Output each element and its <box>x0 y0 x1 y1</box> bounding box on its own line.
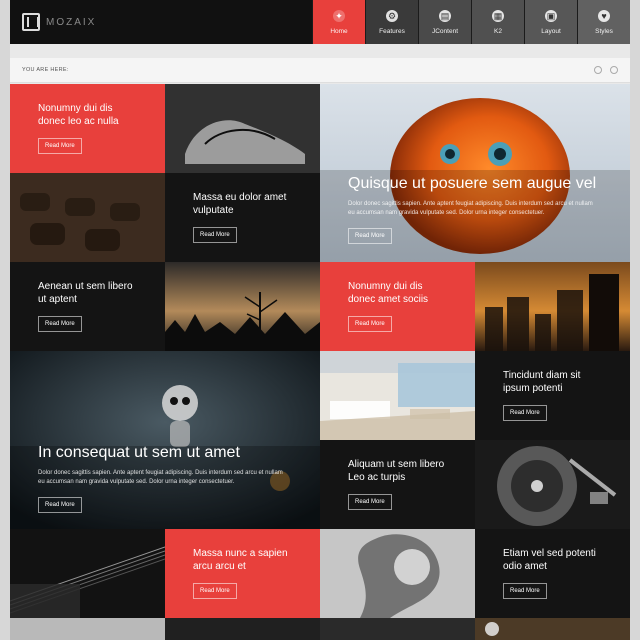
nav-item-k2[interactable]: ▦ K2 <box>471 0 524 44</box>
tile-6[interactable]: Aliquam ut sem libero Leo ac turpis Read… <box>320 440 475 529</box>
tile-title: Nonumny dui dis donec amet sociis <box>348 281 429 305</box>
portrait-photo <box>320 529 475 618</box>
layout-icon: ▣ <box>545 9 557 22</box>
bottom-photo-strip <box>10 618 630 640</box>
content-grid: Nonumny dui dis donec leo ac nulla Read … <box>10 84 630 640</box>
city-photo <box>475 262 630 351</box>
bottom-strip-photo <box>10 618 630 640</box>
tile-3[interactable]: Aenean ut sem libero ut aptent Read More <box>10 262 165 351</box>
logo[interactable]: MOZAIX <box>22 12 96 32</box>
hero-title-2: In consequat ut sem ut amet <box>38 444 240 461</box>
tile-photo-city <box>475 262 630 351</box>
hero-caption: Quisque ut posuere sem augue vel Dolor d… <box>348 174 612 244</box>
breadcrumb-label: YOU ARE HERE: <box>22 67 69 73</box>
read-more-button[interactable]: Read More <box>503 583 547 599</box>
hero-tile-2[interactable]: In consequat ut sem ut amet Dolor donec … <box>10 351 320 529</box>
read-more-button[interactable]: Read More <box>348 494 392 510</box>
tile-photo-sneakers <box>165 84 320 173</box>
read-more-button[interactable]: Read More <box>193 583 237 599</box>
tile-photo-portrait <box>320 529 475 618</box>
hero-title: Quisque ut posuere sem augue vel <box>348 175 597 192</box>
tile-title: Massa eu dolor amet vulputate <box>193 192 287 216</box>
tile-photo-room <box>320 351 475 440</box>
breadcrumb: YOU ARE HERE: <box>10 58 630 83</box>
features-icon: ⚙ <box>386 9 398 22</box>
styles-icon: ♥ <box>598 9 610 22</box>
read-more-button[interactable]: Read More <box>503 405 547 421</box>
tile-title: Aliquam ut sem libero Leo ac turpis <box>348 459 445 483</box>
hero-tile[interactable]: Quisque ut posuere sem augue vel Dolor d… <box>320 84 630 262</box>
home-icon: ✦ <box>333 9 345 22</box>
read-more-button[interactable]: Read More <box>38 497 82 513</box>
tile-title: Etiam vel sed potenti odio amet <box>503 548 596 572</box>
settings-icon[interactable] <box>610 66 618 74</box>
nav-item-layout[interactable]: ▣ Layout <box>524 0 577 44</box>
tile-2[interactable]: Massa eu dolor amet vulputate Read More <box>165 173 320 262</box>
tile-title: Nonumny dui dis donec leo ac nulla <box>38 103 119 127</box>
nav-item-jcontent[interactable]: ▤ JContent <box>418 0 471 44</box>
sneakers-photo <box>165 84 320 173</box>
logo-mark-icon <box>22 13 40 31</box>
tile-5[interactable]: Tincidunt diam sit ipsum potenti Read Mo… <box>475 351 630 440</box>
nav-label: Home <box>330 27 348 35</box>
read-more-button[interactable]: Read More <box>348 228 392 244</box>
tile-photo-trees <box>165 262 320 351</box>
mixer-photo <box>10 173 165 262</box>
nav-label: Features <box>379 27 405 35</box>
tile-1[interactable]: Nonumny dui dis donec leo ac nulla Read … <box>10 84 165 173</box>
nav-label: Layout <box>541 27 561 35</box>
hero-caption-2: In consequat ut sem ut amet Dolor donec … <box>38 443 302 513</box>
k2-icon: ▦ <box>492 9 504 22</box>
page-frame: MOZAIX ✦ Home ⚙ Features ▤ JContent ▦ K2… <box>10 0 630 640</box>
nav-label: Styles <box>595 27 613 35</box>
breadcrumb-tools <box>594 66 618 74</box>
brand-name: MOZAIX <box>46 16 97 28</box>
main-nav: ✦ Home ⚙ Features ▤ JContent ▦ K2 ▣ Layo… <box>312 0 630 44</box>
trees-photo <box>165 262 320 351</box>
tile-photo-turntable <box>475 440 630 529</box>
read-more-button[interactable]: Read More <box>193 227 237 243</box>
nav-label: K2 <box>494 27 502 35</box>
nav-item-home[interactable]: ✦ Home <box>312 0 365 44</box>
guitar-photo <box>10 529 165 618</box>
jcontent-icon: ▤ <box>439 9 451 22</box>
tile-photo-guitar <box>10 529 165 618</box>
turntable-photo <box>475 440 630 529</box>
room-photo <box>320 351 475 440</box>
tile-title: Tincidunt diam sit ipsum potenti <box>503 370 581 394</box>
hero-description-2: Dolor donec sagittis sapien. Ante aptent… <box>38 470 283 485</box>
read-more-button[interactable]: Read More <box>348 316 392 332</box>
tile-title: Aenean ut sem libero ut aptent <box>38 281 133 305</box>
search-icon[interactable] <box>594 66 602 74</box>
tile-8[interactable]: Etiam vel sed potenti odio amet Read Mor… <box>475 529 630 618</box>
read-more-button[interactable]: Read More <box>38 316 82 332</box>
nav-label: JContent <box>431 27 459 35</box>
tile-photo-mixer <box>10 173 165 262</box>
tile-4[interactable]: Nonumny dui dis donec amet sociis Read M… <box>320 262 475 351</box>
nav-item-features[interactable]: ⚙ Features <box>365 0 418 44</box>
header-bar: MOZAIX ✦ Home ⚙ Features ▤ JContent ▦ K2… <box>10 0 630 44</box>
read-more-button[interactable]: Read More <box>38 138 82 154</box>
hero-description: Dolor donec sagittis sapien. Ante aptent… <box>348 201 593 216</box>
nav-item-styles[interactable]: ♥ Styles <box>577 0 630 44</box>
tile-title: Massa nunc a sapien arcu arcu et <box>193 548 288 572</box>
tile-7[interactable]: Massa nunc a sapien arcu arcu et Read Mo… <box>165 529 320 618</box>
